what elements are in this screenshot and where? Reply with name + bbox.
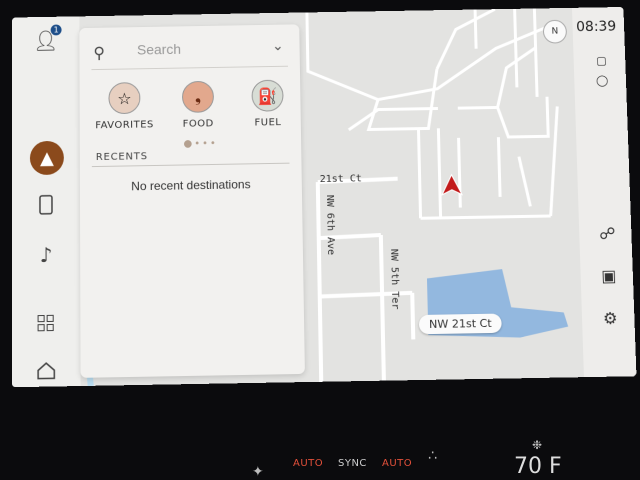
vehicle-icon: ◯: [595, 73, 609, 87]
home-icon: [36, 361, 56, 380]
fuel-pump-icon: ⛽: [251, 79, 284, 112]
panel-divider: [91, 65, 288, 71]
camera-icon: ▣: [600, 265, 617, 285]
road-label-nw-6th-ave: NW 6th Ave: [323, 194, 337, 256]
apps-button[interactable]: [28, 305, 64, 342]
phone-icon: [39, 194, 53, 215]
settings-button[interactable]: ⚙: [596, 303, 625, 332]
category-fuel[interactable]: ⛽ FUEL: [233, 79, 303, 129]
parking-view-button[interactable]: ☍: [593, 219, 622, 248]
category-label: FAVORITES: [95, 119, 154, 132]
vehicle-position-icon: [440, 173, 464, 196]
home-button[interactable]: [28, 352, 64, 388]
infotainment-screen: 21st Ct NW 6th Ave NW 5th Ter NW 21st Ct…: [11, 6, 637, 388]
search-input[interactable]: [134, 38, 268, 59]
auto-right-button[interactable]: AUTO: [382, 458, 412, 469]
music-icon: ♪: [39, 242, 53, 268]
search-icon[interactable]: ⚲: [93, 43, 105, 62]
page-indicator: ●•••: [183, 138, 218, 150]
seat-heat-icon[interactable]: ✦: [252, 464, 264, 480]
recents-header: RECENTS: [95, 151, 148, 164]
music-button[interactable]: ♪: [28, 237, 64, 274]
category-food[interactable]: ❟ FOOD: [163, 80, 233, 130]
parking-icon: ☍: [598, 223, 616, 243]
clock: 08:39: [575, 18, 617, 36]
road-label-21st-ct: 21st Ct: [319, 173, 362, 186]
auto-left-button[interactable]: AUTO: [293, 458, 323, 469]
category-label: FUEL: [254, 117, 282, 129]
right-rail: 08:39 ▢ ◯ ☍ ▣ ⚙: [571, 6, 637, 378]
navigation-icon: ▲: [39, 147, 54, 169]
airflow-icon[interactable]: ∴: [428, 448, 437, 464]
profile-button[interactable]: 👤︎ 1: [28, 23, 64, 59]
temperature-display: 70 F: [514, 454, 562, 479]
fork-knife-icon: ❟: [181, 80, 215, 113]
road-label-nw-5th-ter: NW 5th Ter: [388, 248, 401, 310]
sync-button[interactable]: SYNC: [338, 458, 367, 469]
apps-grid-icon: [37, 314, 55, 333]
camera-button[interactable]: ▣: [594, 261, 623, 290]
category-label: FOOD: [182, 118, 214, 130]
navigation-button[interactable]: ▲: [29, 140, 64, 176]
chevron-down-icon[interactable]: ⌄: [272, 38, 284, 54]
star-icon: ☆: [108, 82, 141, 115]
current-street-chip[interactable]: NW 21st Ct: [418, 313, 502, 335]
search-panel: ⚲ ⌄ ☆ FAVORITES ❟ FOOD ⛽ FUEL ●••• RECEN…: [79, 24, 305, 378]
gear-icon: ⚙: [602, 307, 618, 328]
profile-badge: 1: [50, 24, 62, 36]
recents-divider: [91, 162, 290, 168]
category-favorites[interactable]: ☆ FAVORITES: [90, 82, 160, 132]
phone-button[interactable]: [28, 187, 64, 224]
recents-empty-message: No recent destinations: [131, 177, 251, 194]
left-rail: 👤︎ 1 ▲ ♪: [11, 16, 81, 388]
fan-icon[interactable]: ❉: [532, 438, 543, 452]
